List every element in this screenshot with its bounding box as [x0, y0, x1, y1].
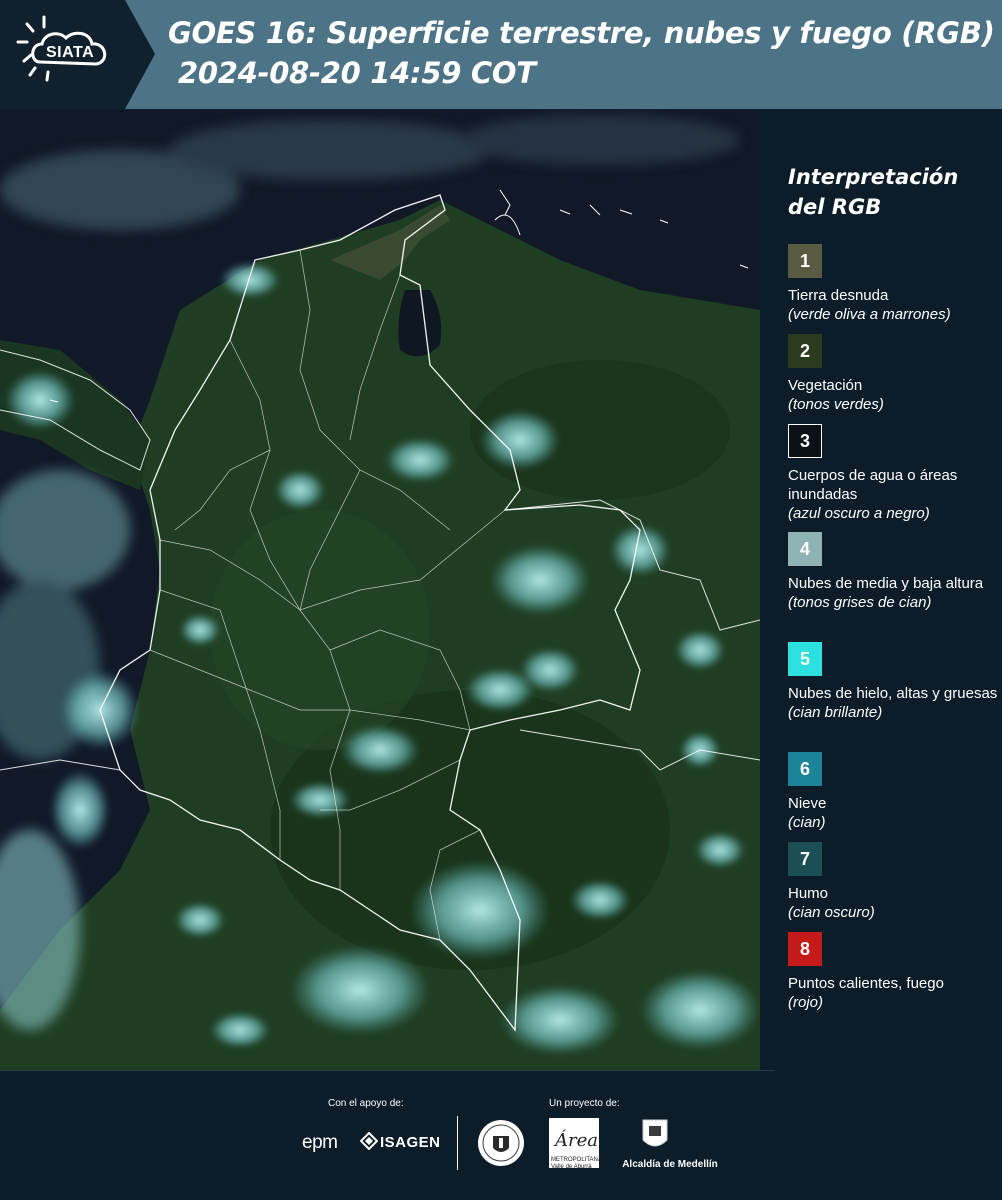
legend-swatch: 1 [788, 244, 822, 278]
legend-label: Nubes de hielo, altas y gruesas [788, 685, 998, 702]
siata-logo: SIATA [0, 0, 155, 109]
legend-panel: Interpretación del RGB 1 Tierra desnuda … [760, 110, 1002, 1070]
legend-sub: (cian oscuro) [788, 904, 875, 921]
legend-sub: (rojo) [788, 994, 824, 1011]
alcaldia-label: Alcaldía de Medellín [622, 1159, 718, 1170]
legend-title: Interpretación del RGB [788, 165, 959, 219]
legend-item-water: 3 Cuerpos de agua o áreas inundadas (azu… [788, 424, 998, 523]
isagen-icon [360, 1132, 378, 1150]
epm-logo: epm [302, 1132, 338, 1153]
area-caption: METROPOLITANA Valle de Aburrá [551, 1157, 602, 1170]
legend-swatch: 7 [788, 842, 822, 876]
legend-sub: (tonos grises de cian) [788, 594, 932, 611]
support-label: Con el apoyo de: [328, 1098, 404, 1109]
legend-sub: (azul oscuro a negro) [788, 505, 930, 522]
legend-sub: (tonos verdes) [788, 396, 884, 413]
legend-label: Cuerpos de agua o áreas inundadas [788, 467, 958, 503]
footer-divider [457, 1116, 458, 1170]
legend-label: Nubes de media y baja altura [788, 575, 984, 592]
page-title: GOES 16: Superficie terrestre, nubes y f… [168, 16, 995, 50]
project-label: Un proyecto de: [549, 1098, 620, 1109]
legend-item-vegetation: 2 Vegetación (tonos verdes) [788, 334, 998, 414]
footer: Con el apoyo de: Un proyecto de: epm ISA… [0, 1070, 1002, 1200]
page-subtitle-datetime: 2024-08-20 14:59 COT [178, 56, 536, 90]
legend-sub: (cian) [788, 814, 826, 831]
legend-swatch: 6 [788, 752, 822, 786]
area-logo-text: Área [553, 1128, 598, 1151]
legend-label: Nieve [788, 795, 827, 812]
legend-label: Vegetación [788, 377, 863, 394]
legend-label: Humo [788, 885, 829, 902]
university-seal-icon [478, 1120, 524, 1166]
legend-item-bare-soil: 1 Tierra desnuda (verde oliva a marrones… [788, 244, 998, 324]
legend-item-smoke: 7 Humo (cian oscuro) [788, 842, 998, 922]
legend-sub: (verde oliva a marrones) [788, 306, 951, 323]
logo-text: SIATA [46, 44, 95, 61]
legend-label: Puntos calientes, fuego [788, 975, 944, 992]
legend-label: Tierra desnuda [788, 287, 889, 304]
footer-divider-line [0, 1070, 775, 1071]
legend-swatch: 2 [788, 334, 822, 368]
legend-sub: (cian brillante) [788, 704, 883, 721]
legend-item-low-clouds: 4 Nubes de media y baja altura (tonos gr… [788, 532, 998, 612]
header: SIATA GOES 16: Superficie terrestre, nub… [0, 0, 1002, 109]
legend-item-fire: 8 Puntos calientes, fuego (rojo) [788, 932, 998, 1012]
isagen-logo: ISAGEN [380, 1134, 441, 1151]
legend-swatch: 4 [788, 532, 822, 566]
satellite-map [0, 110, 760, 1070]
satellite-map-image [0, 110, 760, 1070]
legend-swatch: 3 [788, 424, 822, 458]
legend-swatch: 8 [788, 932, 822, 966]
legend-item-snow: 6 Nieve (cian) [788, 752, 998, 832]
alcaldia-shield-icon [642, 1119, 668, 1147]
legend-item-ice-clouds: 5 Nubes de hielo, altas y gruesas (cian … [788, 642, 998, 722]
legend-swatch: 5 [788, 642, 822, 676]
